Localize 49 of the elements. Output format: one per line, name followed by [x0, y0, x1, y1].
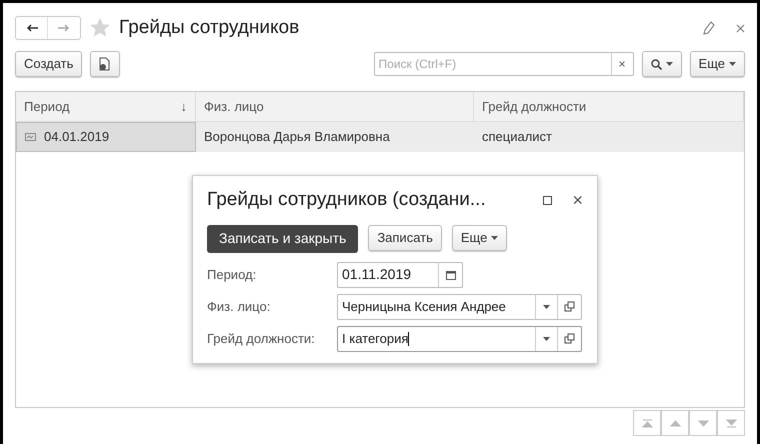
search-button[interactable]: [642, 51, 682, 77]
caret-icon: [729, 62, 736, 66]
clear-search-button[interactable]: ×: [610, 53, 633, 75]
arrow-icon: [670, 418, 680, 428]
caret-icon: [666, 62, 673, 66]
maximize-icon[interactable]: [543, 196, 552, 205]
field-label: Период:: [207, 266, 258, 284]
date-field[interactable]: 01.11.2019: [337, 262, 463, 288]
table-cell-text: Воронцова Дарья Вламировна: [203, 128, 391, 146]
search-field[interactable]: Поиск (Ctrl+F) ×: [374, 52, 634, 76]
column-header[interactable]: Физ. лицо: [196, 92, 474, 121]
close-icon[interactable]: [736, 24, 745, 32]
save-button[interactable]: Записать: [368, 224, 442, 250]
record-icon: [25, 133, 36, 141]
dialog-title: Грейды сотрудников (создани...: [207, 188, 487, 212]
save-close-button[interactable]: Записать и закрыть: [207, 224, 358, 252]
open-form-icon: [564, 301, 575, 312]
calendar-icon: [446, 270, 456, 280]
field-value: Черницына Ксения Андрее: [341, 298, 507, 316]
arrow-icon: [642, 418, 652, 428]
search-placeholder: Поиск (Ctrl+F): [378, 56, 458, 73]
more-button[interactable]: Еще: [690, 51, 745, 77]
back-arrow-icon: [26, 24, 38, 32]
arrow-icon: [726, 418, 736, 428]
reference-field[interactable]: I категория: [337, 326, 582, 352]
forward-arrow-icon: [58, 24, 70, 32]
table-cell-text: специалист: [481, 128, 554, 146]
open-form-icon: [564, 333, 575, 344]
more-button[interactable]: Еще: [452, 224, 508, 250]
reference-field[interactable]: Черницына Ксения Андрее: [337, 294, 582, 320]
table-row[interactable]: 04.01.2019 Воронцова Дарья Вламировна специалист: [16, 122, 744, 152]
column-header[interactable]: Грейд должности: [474, 92, 744, 121]
caret-icon: [543, 336, 550, 340]
caret-icon: [543, 304, 550, 308]
favorite-star-icon[interactable]: [89, 17, 111, 39]
document-add-icon: [99, 57, 112, 71]
search-icon: [650, 58, 662, 70]
table-cell: 04.01.2019: [16, 122, 196, 152]
copy-document-button[interactable]: [90, 51, 120, 77]
arrow-icon: [698, 418, 708, 428]
field-label: Физ. лицо:: [207, 298, 272, 316]
window-title: Грейды сотрудников: [119, 16, 300, 40]
field-value: 01.11.2019: [341, 265, 412, 284]
caret-icon: [491, 236, 498, 240]
column-header[interactable]: Период ↓: [16, 92, 196, 121]
field-value: I категория: [341, 330, 410, 348]
field-label: Грейд должности:: [207, 330, 316, 348]
create-button[interactable]: Создать: [15, 51, 82, 77]
close-button[interactable]: ×: [572, 191, 583, 210]
